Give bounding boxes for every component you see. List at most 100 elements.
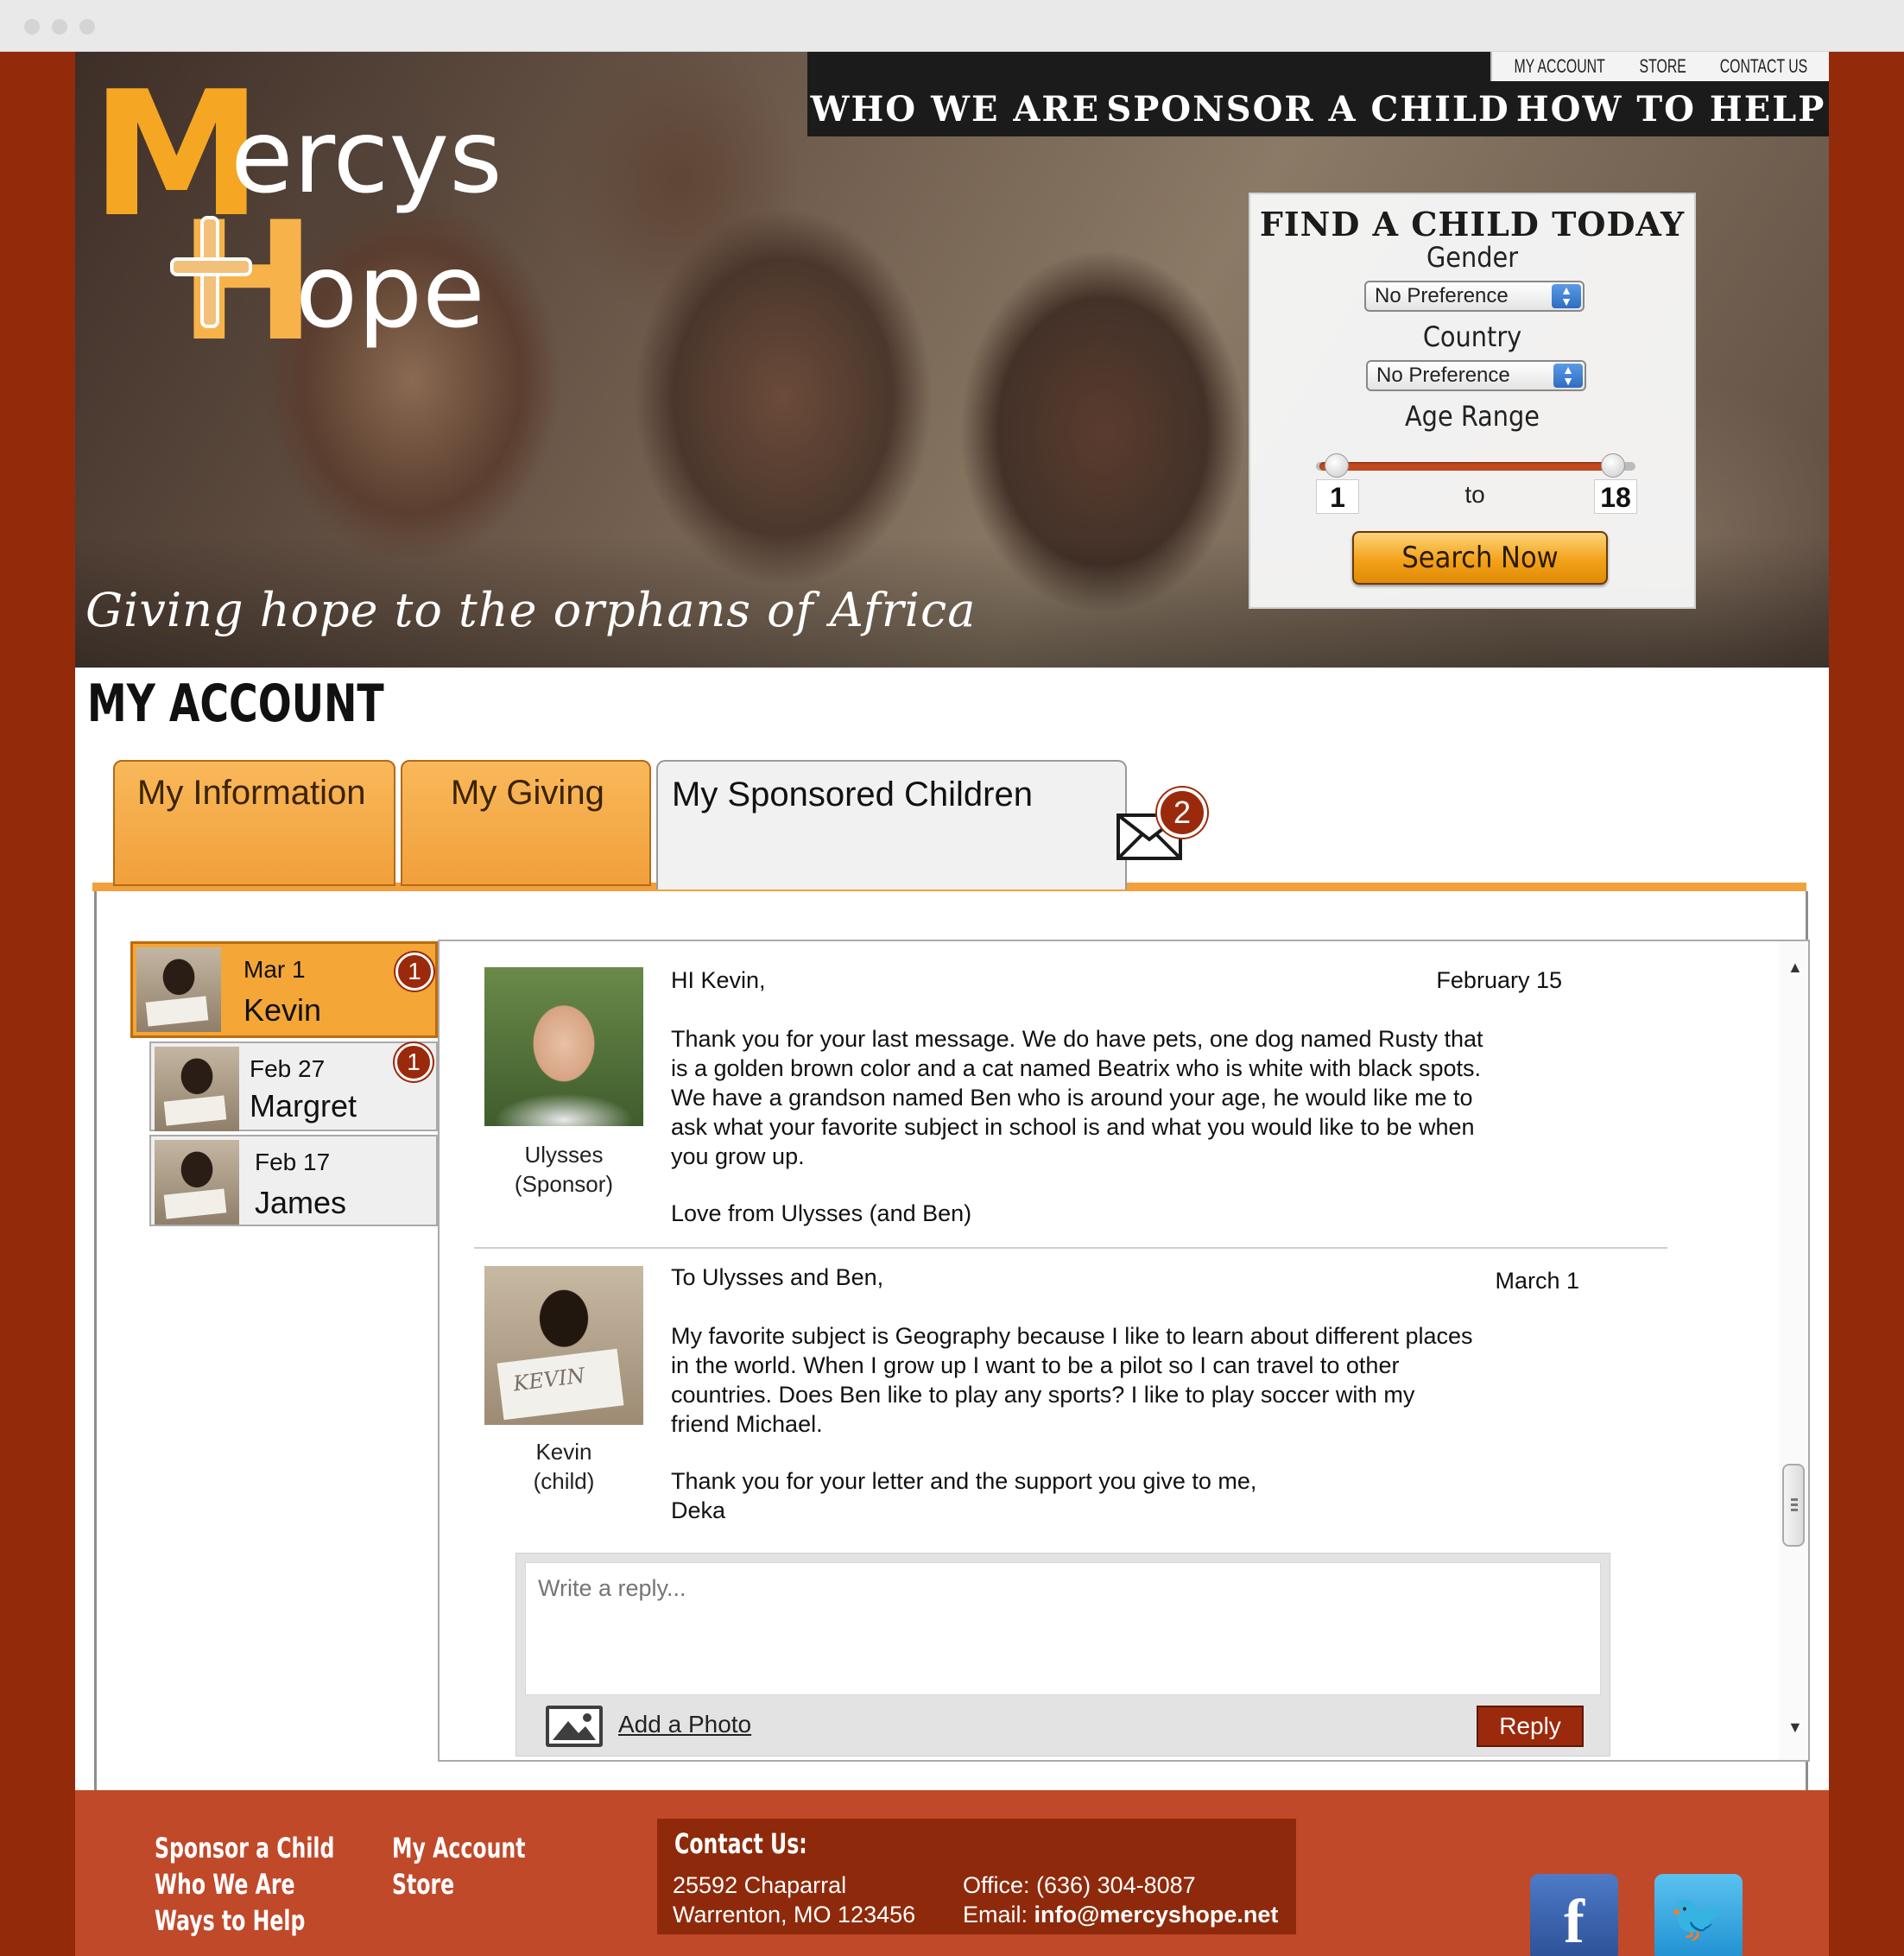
child-date: Feb 27: [250, 1055, 326, 1082]
contact-office-phone: Office: (636) 304-8087: [963, 1872, 1196, 1898]
gender-label: Gender: [1426, 241, 1519, 274]
contact-address-line1: 25592 Chaparral: [673, 1872, 847, 1898]
child-avatar: KEVIN: [484, 1266, 643, 1425]
reply-button[interactable]: Reply: [1477, 1706, 1584, 1747]
sponsor-avatar: [484, 967, 643, 1126]
footer-link-sponsor-a-child[interactable]: Sponsor a Child: [155, 1830, 334, 1866]
age-max-value: 18: [1594, 479, 1637, 514]
footer-link-ways-to-help[interactable]: Ways to Help: [155, 1902, 334, 1939]
sponsor-caption: Ulysses (Sponsor): [484, 1140, 643, 1199]
message-scrollbar[interactable]: ▲ ▼: [1779, 941, 1808, 1760]
tab-label: My Information: [137, 774, 366, 812]
message-line: ask what your favorite subject in school…: [671, 1114, 1475, 1140]
child-name-sign: KEVIN: [497, 1348, 624, 1421]
gender-select-value: No Preference: [1375, 284, 1509, 307]
util-link-contact-us[interactable]: CONTACT US: [1720, 55, 1808, 78]
child-name: Margret: [250, 1088, 357, 1124]
age-max-handle[interactable]: [1601, 453, 1625, 478]
add-photo-link[interactable]: Add a Photo: [618, 1711, 751, 1738]
message-line: you grow up.: [671, 1143, 805, 1169]
message-line: in the world. When I grow up I want to b…: [671, 1352, 1400, 1378]
photo-sign: [163, 1095, 227, 1126]
contact-email-link[interactable]: info@mercyshope.net: [1034, 1902, 1279, 1928]
footer-link-who-we-are[interactable]: Who We Are: [155, 1866, 334, 1902]
tab-my-giving[interactable]: My Giving: [401, 760, 651, 886]
message-body: My favorite subject is Geography because…: [671, 1321, 1473, 1439]
tab-my-sponsored-children[interactable]: My Sponsored Children: [656, 760, 1127, 889]
scroll-thumb[interactable]: [1782, 1464, 1805, 1547]
message-greeting: To Ulysses and Ben,: [671, 1264, 884, 1290]
site-logo[interactable]: M ercys H ope: [75, 52, 610, 364]
message-line: We have a grandson named Ben who is arou…: [671, 1085, 1473, 1111]
nav-link-sponsor-a-child[interactable]: SPONSOR A CHILD: [1106, 89, 1509, 130]
search-now-button[interactable]: Search Now: [1352, 531, 1608, 585]
child-name: James: [255, 1185, 347, 1220]
photo-sign: [145, 996, 209, 1027]
child-photo: [155, 1047, 239, 1131]
util-link-store[interactable]: STORE: [1639, 55, 1686, 78]
footer-links-col2: My Account Store: [392, 1830, 525, 1902]
window-minimize-dot[interactable]: [52, 19, 67, 35]
age-range-label: Age Range: [1404, 400, 1540, 433]
logo-cross-bar: [170, 257, 252, 276]
finder-title: FIND A CHILD TODAY: [1259, 205, 1686, 244]
tab-label: My Giving: [451, 774, 604, 812]
country-select[interactable]: No Preference ▲ ▼: [1366, 360, 1586, 391]
message-greeting: HI Kevin,: [671, 967, 766, 993]
signoff-line: Thank you for your letter and the suppor…: [671, 1468, 1257, 1494]
child-item-kevin[interactable]: Mar 1 Kevin 1: [130, 941, 438, 1038]
country-select-value: No Preference: [1376, 364, 1510, 387]
window-zoom-dot[interactable]: [79, 19, 95, 35]
site-tagline: Giving hope to the orphans of Africa: [85, 583, 977, 637]
select-arrows-icon: ▲ ▼: [1553, 364, 1583, 388]
sponsor-name: Ulysses: [524, 1142, 604, 1168]
nav-link-how-to-help[interactable]: HOW TO HELP: [1516, 89, 1826, 130]
age-min-value: 1: [1316, 479, 1359, 514]
tab-my-information[interactable]: My Information: [113, 760, 395, 886]
nav-link-who-we-are[interactable]: WHO WE ARE: [811, 89, 1101, 130]
message-line: friend Michael.: [671, 1411, 823, 1437]
child-item-margret[interactable]: Feb 27 Margret 1: [149, 1041, 438, 1131]
age-range-slider[interactable]: [1319, 462, 1630, 471]
child-unread-badge: 1: [395, 953, 433, 991]
child-photo: [155, 1140, 239, 1225]
main-nav: WHO WE ARE SPONSOR A CHILD HOW TO HELP: [807, 81, 1829, 136]
message-signoff: Love from Ulysses (and Ben): [671, 1200, 972, 1226]
signoff-line: Deka: [671, 1497, 726, 1523]
photo-sign: [163, 1188, 227, 1219]
page-title: MY ACCOUNT: [87, 674, 384, 734]
top-navigation: MY ACCOUNT STORE CONTACT US WHO WE ARE S…: [807, 52, 1829, 136]
unread-messages-badge: 2: [1157, 788, 1207, 838]
age-min-handle[interactable]: [1325, 453, 1349, 478]
message-divider: [474, 1247, 1667, 1249]
child-photo: [136, 947, 221, 1032]
child-item-james[interactable]: Feb 17 James: [149, 1135, 438, 1226]
contact-box: Contact Us: 25592 Chaparral Warrenton, M…: [657, 1819, 1296, 1934]
footer-links-col1: Sponsor a Child Who We Are Ways to Help: [155, 1830, 334, 1939]
utility-nav: MY ACCOUNT STORE CONTACT US: [1490, 52, 1829, 81]
message-line: Thank you for your last message. We do h…: [671, 1026, 1483, 1052]
message-line: My favorite subject is Geography because…: [671, 1323, 1473, 1349]
window-close-dot[interactable]: [24, 19, 40, 35]
site-content: M ercys H ope Giving hope to the orphans…: [75, 52, 1829, 1956]
tab-label: My Sponsored Children: [672, 775, 1033, 813]
twitter-icon[interactable]: 🐦: [1654, 1874, 1743, 1956]
child-date: Feb 17: [255, 1149, 331, 1175]
select-arrows-icon: ▲ ▼: [1552, 284, 1581, 308]
message-thread[interactable]: Ulysses (Sponsor) HI Kevin, February 15 …: [438, 940, 1810, 1762]
scroll-up-arrow-icon[interactable]: ▲: [1787, 959, 1803, 977]
util-link-my-account[interactable]: MY ACCOUNT: [1514, 55, 1604, 78]
add-photo-icon[interactable]: [546, 1706, 603, 1747]
footer-link-my-account[interactable]: My Account: [392, 1830, 525, 1866]
scroll-down-arrow-icon[interactable]: ▼: [1787, 1719, 1803, 1737]
logo-text-ope: ope: [295, 231, 485, 351]
country-label: Country: [1422, 320, 1522, 353]
reply-input[interactable]: [525, 1562, 1601, 1695]
sponsor-role: (Sponsor): [514, 1171, 614, 1197]
contact-email-label: Email:: [963, 1902, 1034, 1928]
footer-link-store[interactable]: Store: [392, 1866, 525, 1902]
gender-select[interactable]: No Preference ▲ ▼: [1364, 281, 1585, 312]
facebook-icon[interactable]: f: [1530, 1874, 1618, 1956]
hero-banner: M ercys H ope Giving hope to the orphans…: [75, 52, 1829, 668]
contact-email-row: Email: info@mercyshope.net: [963, 1900, 1278, 1929]
